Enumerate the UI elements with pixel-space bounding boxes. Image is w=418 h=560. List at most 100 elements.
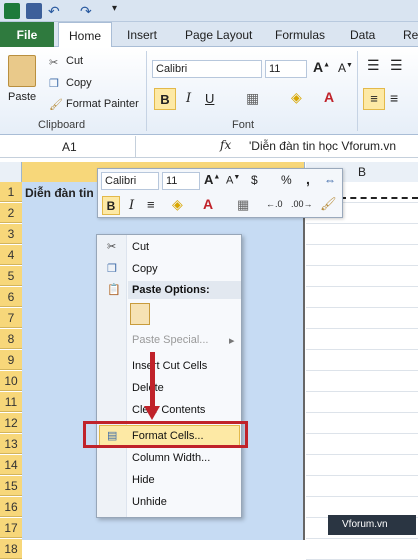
tab-page-layout[interactable]: Page Layout [185, 22, 252, 47]
gridline [306, 370, 418, 371]
row-header[interactable]: 6 [0, 287, 22, 307]
cut-icon: ✂ [49, 57, 59, 69]
mini-grow-font-icon[interactable]: A▲ [204, 172, 220, 187]
row-header[interactable]: 8 [0, 329, 22, 349]
tab-file[interactable]: File [0, 22, 54, 47]
menu-item-delete[interactable]: Delete [132, 382, 164, 394]
row-header[interactable]: 17 [0, 518, 22, 538]
row-header[interactable]: 10 [0, 371, 22, 391]
undo-icon[interactable]: ↶ [48, 3, 64, 19]
align-left-icon[interactable]: ≡ [363, 88, 385, 110]
watermark: Vforum.vn [328, 515, 416, 535]
select-all-corner[interactable] [0, 162, 22, 182]
mini-size-select[interactable]: 11 [162, 172, 200, 190]
format-painter-button[interactable]: Format Painter [66, 98, 139, 110]
clipboard-group-label: Clipboard [38, 119, 86, 131]
mini-font-color-icon[interactable]: A [203, 196, 213, 212]
grow-font-icon[interactable]: A▲ [313, 59, 330, 75]
mini-fill-color-icon[interactable]: ◈ [172, 196, 183, 213]
font-size-select[interactable]: 11 [265, 60, 307, 78]
paste-button[interactable]: Paste [8, 91, 36, 103]
mini-shrink-font-icon[interactable]: A▼ [226, 174, 240, 187]
menu-item-clear-contents[interactable]: Clear Contents [132, 404, 205, 416]
paste-option-icon[interactable] [130, 303, 150, 325]
mini-italic-button[interactable]: I [129, 198, 134, 213]
currency-button[interactable]: $ [251, 173, 258, 187]
menu-item-insert-cut-cells[interactable]: Insert Cut Cells [132, 360, 207, 372]
row-header[interactable]: 3 [0, 224, 22, 244]
row-header[interactable]: 11 [0, 392, 22, 412]
tab-review[interactable]: Rev [403, 22, 418, 47]
row-header[interactable]: 13 [0, 434, 22, 454]
bold-button[interactable]: B [154, 88, 176, 110]
font-name-select[interactable]: Calibri [152, 60, 262, 78]
tab-formulas[interactable]: Formulas [275, 22, 325, 47]
menu-item-paste-special[interactable]: Paste Special... [132, 334, 208, 346]
row-header[interactable]: 9 [0, 350, 22, 370]
mini-bold-button[interactable]: B [102, 196, 120, 215]
formula-bar: A1 fx 'Diễn đàn tin học Vforum.vn [0, 136, 418, 158]
gridline [306, 328, 418, 329]
borders-icon[interactable]: ▦ [246, 90, 259, 107]
gridline [306, 496, 418, 497]
row-header[interactable]: 1 [0, 182, 22, 202]
merge-center-icon[interactable]: ⇔ [324, 173, 336, 187]
mini-format-painter-icon[interactable]: 🖌 [320, 196, 337, 212]
menu-item-hide[interactable]: Hide [132, 474, 155, 486]
row-header[interactable]: 16 [0, 497, 22, 517]
annotation-arrow [150, 352, 155, 410]
italic-button[interactable]: I [186, 91, 191, 106]
insert-function-icon[interactable]: fx [220, 138, 231, 152]
quick-access-toolbar: ↶ ↷ ▾ [0, 0, 418, 22]
mini-toolbar: Calibri 11 A▲ A▼ $ % , ⇔ B I ≡ ◈ A ▦ ←.0… [97, 168, 343, 218]
cut-button[interactable]: Cut [66, 55, 83, 67]
name-box[interactable]: A1 [0, 136, 136, 158]
mini-font-select[interactable]: Calibri [101, 172, 159, 190]
row-header[interactable]: 12 [0, 413, 22, 433]
submenu-arrow-icon: ▸ [229, 335, 235, 347]
row-header[interactable]: 14 [0, 455, 22, 475]
font-color-icon[interactable]: A [324, 89, 334, 105]
row-header[interactable]: 7 [0, 308, 22, 328]
tab-home[interactable]: Home [58, 22, 112, 48]
redo-icon[interactable]: ↷ [80, 3, 96, 19]
paste-icon[interactable] [8, 55, 36, 87]
row-header[interactable]: 18 [0, 539, 22, 559]
gridline [306, 475, 418, 476]
row-header[interactable]: 2 [0, 203, 22, 223]
menu-item-column-width[interactable]: Column Width... [132, 452, 210, 464]
comma-button[interactable]: , [306, 171, 310, 187]
underline-button[interactable]: U [205, 91, 214, 106]
ribbon-separator [357, 51, 358, 131]
gridline [306, 265, 418, 266]
increase-decimal-icon[interactable]: ←.0 [266, 199, 283, 209]
menu-item-cut[interactable]: Cut [132, 241, 149, 253]
cell-a1[interactable]: Diễn đàn tin [25, 186, 94, 200]
cut-icon: ✂ [107, 241, 117, 253]
percent-button[interactable]: % [281, 173, 292, 187]
context-menu: ✂ Cut ❐ Copy 📋 Paste Options: Paste Spec… [96, 234, 242, 518]
decrease-decimal-icon[interactable]: .00→ [291, 199, 313, 209]
copy-icon: ❐ [49, 78, 59, 90]
gridline [306, 223, 418, 224]
mini-borders-icon[interactable]: ▦ [237, 197, 249, 213]
shrink-font-icon[interactable]: A▼ [338, 61, 353, 75]
save-icon[interactable] [26, 3, 42, 19]
row-header[interactable]: 4 [0, 245, 22, 265]
align-center-icon[interactable]: ≡ [390, 90, 398, 106]
tab-insert[interactable]: Insert [127, 22, 157, 47]
row-header[interactable]: 15 [0, 476, 22, 496]
format-painter-icon: 🖌 [49, 99, 63, 111]
tab-data[interactable]: Data [350, 22, 375, 47]
mini-align-center-icon[interactable]: ≡ [147, 197, 155, 212]
ribbon-tabs: File Home Insert Page Layout Formulas Da… [0, 22, 418, 48]
row-header[interactable]: 5 [0, 266, 22, 286]
align-top-icon[interactable]: ☰ [367, 57, 380, 74]
formula-input[interactable]: 'Diễn đàn tin học Vforum.vn [249, 139, 396, 153]
copy-button[interactable]: Copy [66, 77, 92, 89]
fill-color-icon[interactable]: ◈ [291, 89, 302, 106]
customize-qat-icon[interactable]: ▾ [112, 3, 128, 19]
menu-item-unhide[interactable]: Unhide [132, 496, 167, 508]
align-middle-icon[interactable]: ☰ [390, 57, 403, 74]
menu-item-copy[interactable]: Copy [132, 263, 158, 275]
